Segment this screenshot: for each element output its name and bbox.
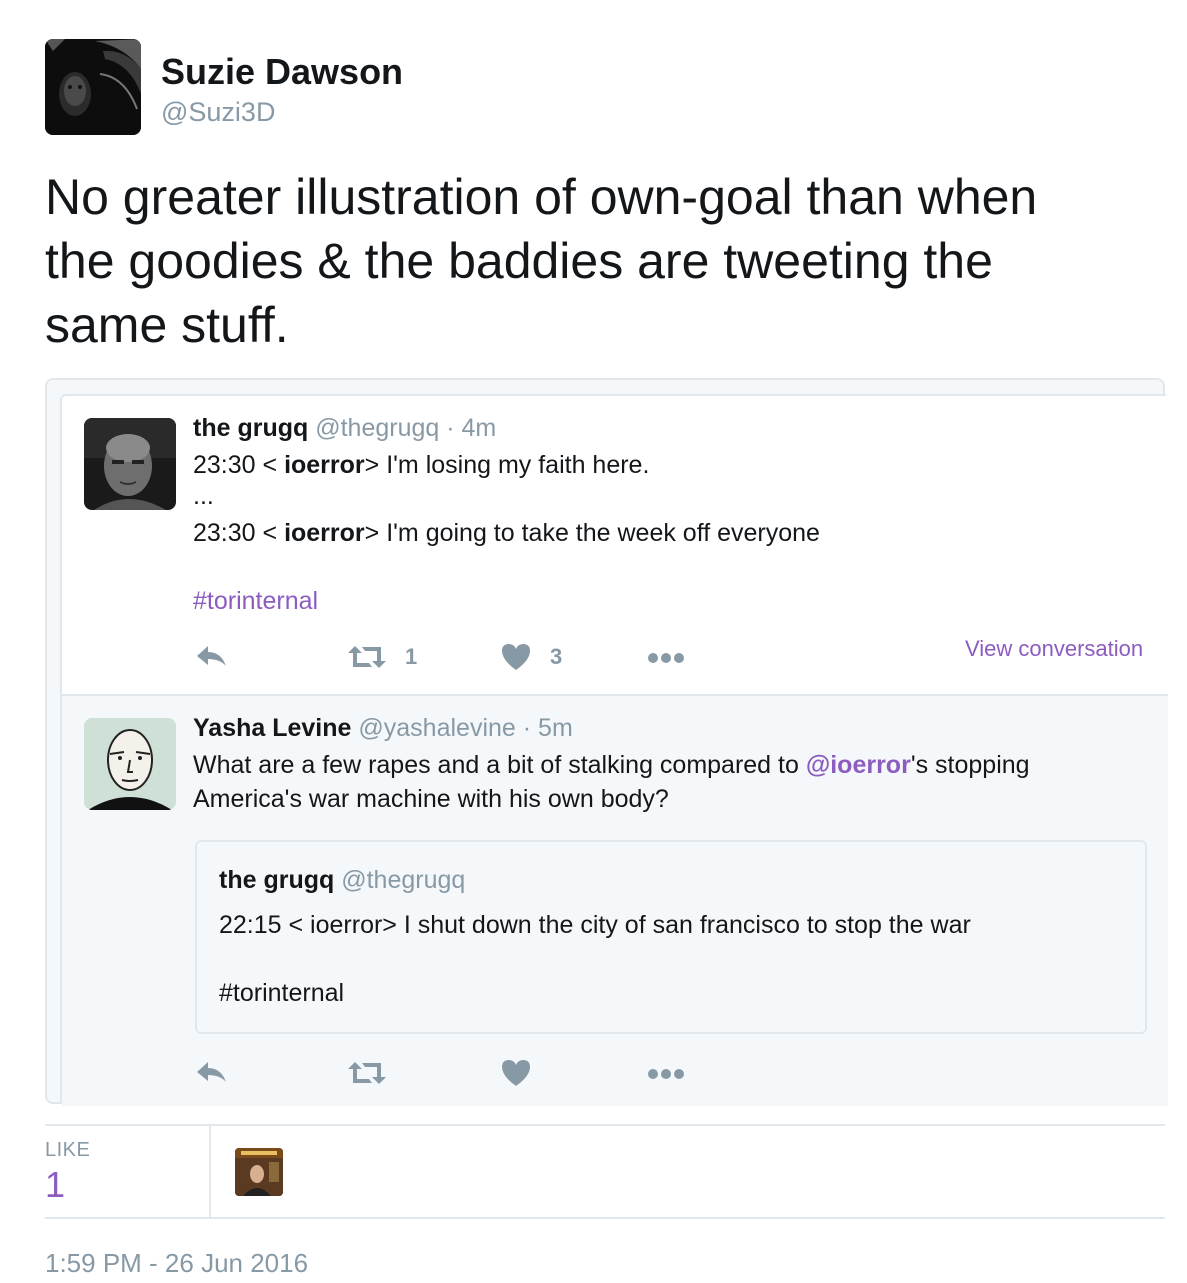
tweet-timestamp[interactable]: 1:59 PM - 26 Jun 2016 <box>45 1248 308 1279</box>
line-2-prefix: 23:30 < <box>193 519 285 547</box>
mention-link[interactable]: @ioerror <box>806 751 911 779</box>
embedded-tweet-2-handle[interactable]: @yashalevine <box>358 714 515 742</box>
tweet-2-text-after: 's stopping <box>910 751 1030 779</box>
line-1-prefix: 23:30 < <box>193 451 285 479</box>
quoted-tweet-handle: @thegrugq <box>341 866 466 894</box>
heart-icon <box>502 644 530 670</box>
reply-icon <box>197 646 226 666</box>
grugq-avatar[interactable] <box>84 418 176 510</box>
yasha-avatar[interactable] <box>84 718 176 810</box>
line-2-suffix: > I'm going to take the week off everyon… <box>364 519 820 547</box>
stats-vertical-divider <box>209 1126 211 1217</box>
embedded-tweet-2-name[interactable]: Yasha Levine <box>193 714 351 742</box>
quoted-tweet-name: the grugq <box>219 866 335 894</box>
retweet-icon <box>348 1062 386 1084</box>
author-handle[interactable]: @Suzi3D <box>161 97 275 128</box>
quoted-tweet[interactable]: the grugq @thegrugq 22:15 < ioerror> I s… <box>195 840 1147 1034</box>
line-2-nick: ioerror <box>284 519 365 547</box>
quoted-tweet-hashtag: #torinternal <box>219 979 345 1007</box>
reply-icon <box>197 1062 226 1082</box>
author-name[interactable]: Suzie Dawson <box>161 51 403 93</box>
retweet-icon <box>348 646 386 668</box>
tweet-header: Suzie Dawson @Suzi3D <box>45 39 745 135</box>
like-count-total[interactable]: 1 <box>45 1164 65 1206</box>
embedded-tweet-1-name[interactable]: the grugq <box>193 414 308 442</box>
retweet-button[interactable]: 1 <box>347 642 417 672</box>
stats-divider-top <box>45 1124 1165 1126</box>
embedded-conversation-card[interactable]: the grugq @thegrugq · 4m 23:30 < ioerror… <box>45 378 1168 1106</box>
reply-button[interactable] <box>195 1058 229 1088</box>
like-button[interactable] <box>500 1058 532 1088</box>
embedded-conversation-inner: the grugq @thegrugq · 4m 23:30 < ioerror… <box>60 394 1168 1106</box>
line-1-suffix: > I'm losing my faith here. <box>364 451 650 479</box>
embedded-tweet-1-header: the grugq @thegrugq · 4m <box>193 414 496 443</box>
more-icon <box>648 1069 684 1079</box>
embedded-tweet-1-actions: 1 3 <box>195 642 795 682</box>
embedded-tweet-2-actions <box>195 1058 795 1098</box>
embedded-tweet-2-line-1: What are a few rapes and a bit of stalki… <box>193 751 1030 780</box>
like-count: 3 <box>550 644 563 669</box>
embedded-tweet-1-line-2: 23:30 < ioerror> I'm going to take the w… <box>193 519 820 548</box>
embedded-tweet-1-ellipsis: ... <box>193 482 214 510</box>
like-label[interactable]: LIKE <box>45 1139 90 1162</box>
quoted-tweet-header: the grugq @thegrugq <box>219 866 465 895</box>
retweet-count: 1 <box>405 644 418 669</box>
line-1-nick: ioerror <box>284 451 365 479</box>
like-button[interactable]: 3 <box>500 642 562 672</box>
more-button[interactable] <box>647 648 687 668</box>
view-conversation-link[interactable]: View conversation <box>965 636 1143 662</box>
embedded-tweet-1-handle[interactable]: @thegrugq <box>315 414 439 442</box>
embedded-tweet-2-line-2: America's war machine with his own body? <box>193 785 669 813</box>
liker-avatar[interactable] <box>235 1148 283 1196</box>
embedded-tweet-1-time[interactable]: 4m <box>462 414 497 442</box>
tweet-text: No greater illustration of own-goal than… <box>45 169 1038 353</box>
stats-divider-bottom <box>45 1217 1165 1219</box>
retweet-button[interactable] <box>347 1058 387 1088</box>
embedded-tweet-1-hashtag[interactable]: #torinternal <box>193 587 318 616</box>
author-avatar[interactable] <box>45 39 141 135</box>
tweet-2-text-before: What are a few rapes and a bit of stalki… <box>193 751 806 779</box>
embedded-tweet-1-separator: · <box>446 414 455 442</box>
heart-icon <box>502 1060 530 1086</box>
reply-button[interactable] <box>195 642 229 672</box>
more-icon <box>648 653 684 663</box>
embedded-tweet-2-separator: · <box>522 714 532 742</box>
embedded-tweet-1-line-1: 23:30 < ioerror> I'm losing my faith her… <box>193 451 649 480</box>
more-button[interactable] <box>647 1064 687 1084</box>
card-divider <box>62 694 1168 696</box>
embedded-tweet-2-header: Yasha Levine @yashalevine · 5m <box>193 714 573 743</box>
embedded-tweet-2-time[interactable]: 5m <box>538 714 573 742</box>
quoted-tweet-text: 22:15 < ioerror> I shut down the city of… <box>219 911 971 939</box>
